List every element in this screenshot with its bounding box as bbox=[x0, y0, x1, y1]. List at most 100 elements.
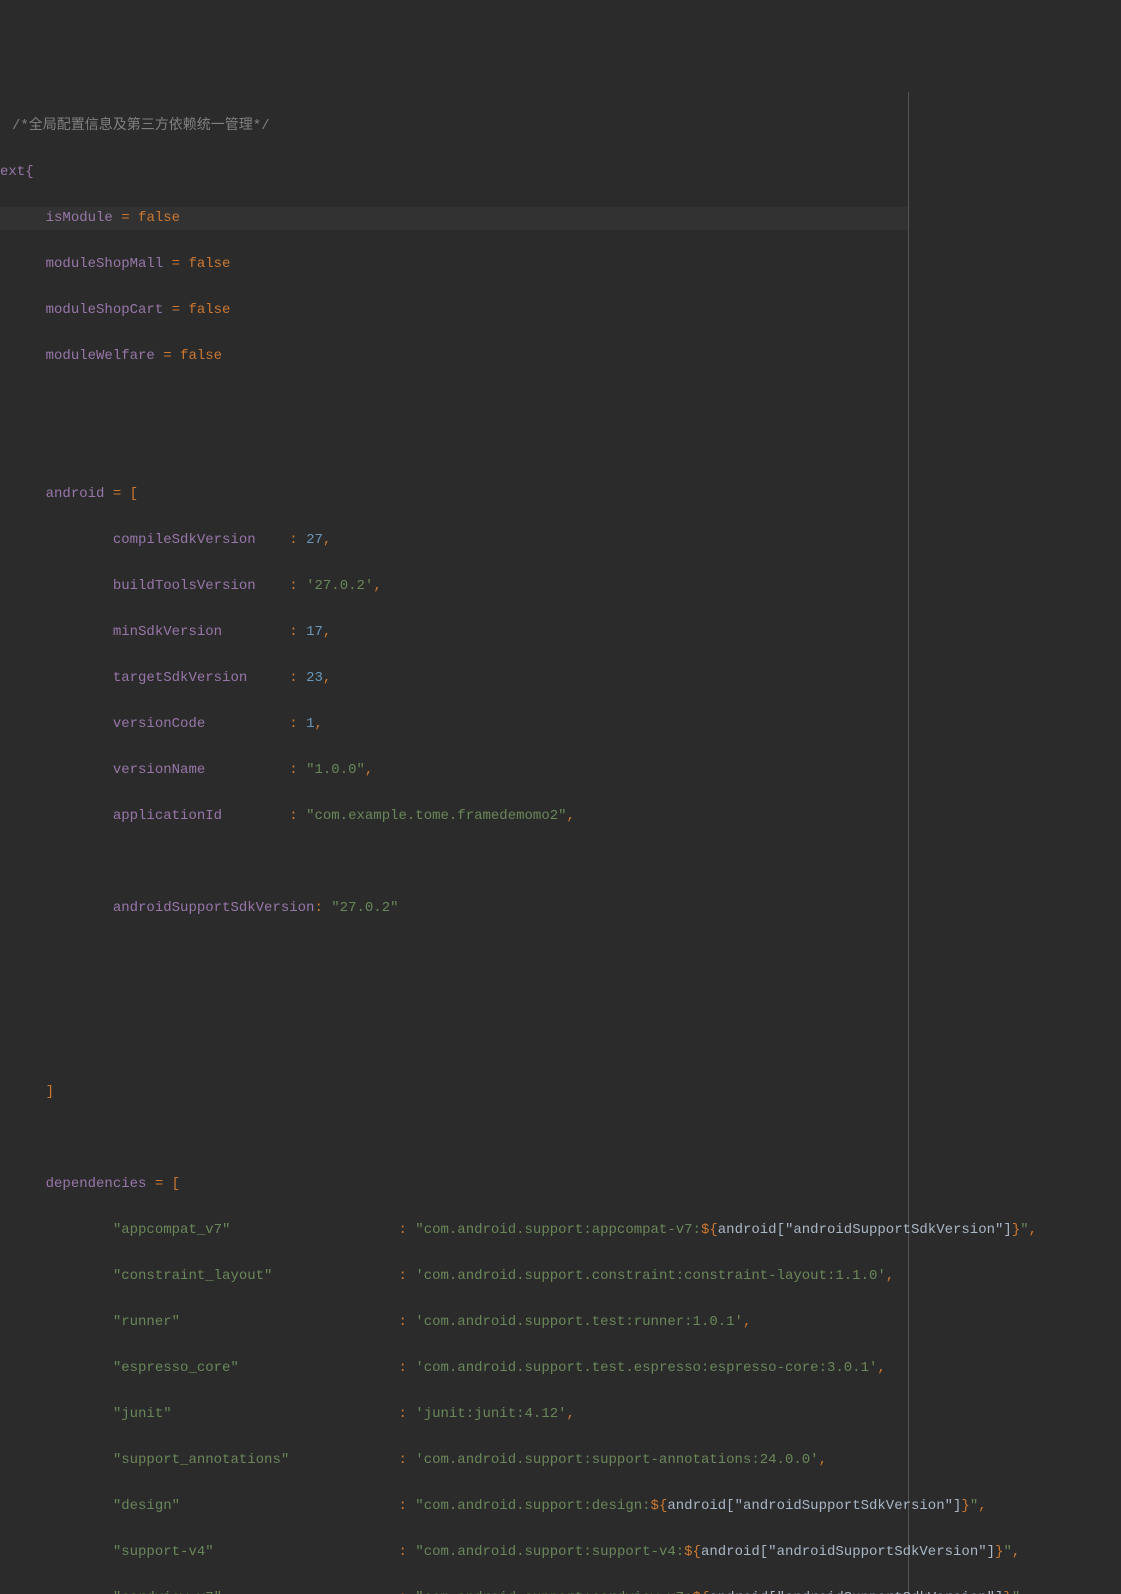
pad bbox=[256, 532, 281, 548]
colon: : bbox=[398, 1452, 415, 1468]
comma: , bbox=[567, 1406, 575, 1422]
bool-literal: false bbox=[138, 210, 180, 226]
code-line-current: isModule = false bbox=[0, 207, 908, 230]
code-line: applicationId : "com.example.tome.framed… bbox=[0, 805, 908, 828]
dep-key: "constraint_layout" bbox=[113, 1268, 273, 1284]
comma: , bbox=[365, 762, 373, 778]
str-literal: "1.0.0" bbox=[306, 762, 365, 778]
str-literal: "com.android.support:design: bbox=[415, 1498, 650, 1514]
pad bbox=[172, 1406, 399, 1422]
num-literal: 27 bbox=[306, 532, 323, 548]
comma: , bbox=[1029, 1222, 1037, 1238]
pad bbox=[247, 670, 281, 686]
ext-block-open: ext{ bbox=[0, 164, 34, 180]
blank-line bbox=[0, 1035, 908, 1058]
comma: , bbox=[978, 1498, 986, 1514]
dep-key: "junit" bbox=[113, 1406, 172, 1422]
str-literal: "27.0.2" bbox=[331, 900, 398, 916]
dep-key: "support-v4" bbox=[113, 1544, 214, 1560]
comma: , bbox=[323, 532, 331, 548]
interp-close: } bbox=[961, 1498, 969, 1514]
prop-name: moduleShopCart bbox=[46, 302, 164, 318]
assign-op: = bbox=[121, 210, 129, 226]
assign-op: = bbox=[163, 348, 171, 364]
code-line: buildToolsVersion : '27.0.2', bbox=[0, 575, 908, 598]
code-line: "espresso_core" : 'com.android.support.t… bbox=[0, 1357, 908, 1380]
str-literal: " bbox=[1020, 1222, 1028, 1238]
pad bbox=[272, 1268, 398, 1284]
pad bbox=[239, 1360, 399, 1376]
str-literal: " bbox=[970, 1498, 978, 1514]
map-key: buildToolsVersion bbox=[113, 578, 256, 594]
code-line: versionCode : 1, bbox=[0, 713, 908, 736]
code-line: minSdkVersion : 17, bbox=[0, 621, 908, 644]
prop-name: moduleWelfare bbox=[46, 348, 155, 364]
colon: : bbox=[398, 1590, 415, 1594]
comma: , bbox=[1012, 1544, 1020, 1560]
prop-name: isModule bbox=[46, 210, 113, 226]
comma: , bbox=[315, 716, 323, 732]
code-line: ] bbox=[0, 1081, 908, 1104]
interp-close: } bbox=[995, 1544, 1003, 1560]
pad bbox=[214, 1544, 399, 1560]
interp-body: android["androidSupportSdkVersion"] bbox=[718, 1222, 1012, 1238]
code-line: "support-v4" : "com.android.support:supp… bbox=[0, 1541, 908, 1564]
pad bbox=[180, 1314, 398, 1330]
comma: , bbox=[886, 1268, 894, 1284]
colon: : bbox=[398, 1406, 415, 1422]
code-line: moduleShopMall = false bbox=[0, 253, 908, 276]
blank-line bbox=[0, 989, 908, 1012]
interp-body: android["androidSupportSdkVersion"] bbox=[667, 1498, 961, 1514]
colon: : bbox=[314, 900, 331, 916]
comma: , bbox=[819, 1452, 827, 1468]
pad bbox=[180, 1498, 398, 1514]
colon: : bbox=[398, 1314, 415, 1330]
pad bbox=[222, 1590, 398, 1594]
interp-body: android["androidSupportSdkVersion"] bbox=[701, 1544, 995, 1560]
pad bbox=[230, 1222, 398, 1238]
prop-name: moduleShopMall bbox=[46, 256, 164, 272]
map-open: = [ bbox=[146, 1176, 180, 1192]
dep-key: "cardview-v7" bbox=[113, 1590, 222, 1594]
map-open: = [ bbox=[104, 486, 138, 502]
colon: : bbox=[398, 1222, 415, 1238]
comma: , bbox=[567, 808, 575, 824]
assign-op: = bbox=[172, 302, 180, 318]
map-key: compileSdkVersion bbox=[113, 532, 256, 548]
code-editor[interactable]: /*全局配置信息及第三方依赖统一管理*/ ext{ isModule = fal… bbox=[0, 92, 909, 1594]
num-literal: 17 bbox=[306, 624, 323, 640]
assign-op: = bbox=[172, 256, 180, 272]
interp-open: ${ bbox=[651, 1498, 668, 1514]
str-literal: 'com.android.support.constraint:constrai… bbox=[415, 1268, 885, 1284]
map-key: targetSdkVersion bbox=[113, 670, 247, 686]
code-line: dependencies = [ bbox=[0, 1173, 908, 1196]
code-line: "constraint_layout" : 'com.android.suppo… bbox=[0, 1265, 908, 1288]
pad bbox=[205, 716, 281, 732]
str-literal: "com.android.support:support-v4: bbox=[415, 1544, 684, 1560]
code-line: moduleWelfare = false bbox=[0, 345, 908, 368]
str-literal: 'com.android.support.test.espresso:espre… bbox=[415, 1360, 877, 1376]
pad bbox=[256, 578, 281, 594]
interp-close: } bbox=[1003, 1590, 1011, 1594]
colon: : bbox=[399, 1268, 416, 1284]
code-line: "appcompat_v7" : "com.android.support:ap… bbox=[0, 1219, 908, 1242]
colon: : bbox=[289, 578, 306, 594]
map-key: versionCode bbox=[113, 716, 205, 732]
map-key: androidSupportSdkVersion bbox=[113, 900, 315, 916]
dep-key: "design" bbox=[113, 1498, 180, 1514]
interp-body: android["androidSupportSdkVersion"] bbox=[709, 1590, 1003, 1594]
colon: : bbox=[398, 1498, 415, 1514]
colon: : bbox=[289, 624, 306, 640]
comma: , bbox=[877, 1360, 885, 1376]
map-key: applicationId bbox=[113, 808, 222, 824]
colon: : bbox=[289, 532, 306, 548]
blank-line bbox=[0, 943, 908, 966]
code-line: "cardview-v7" : "com.android.support:car… bbox=[0, 1587, 908, 1594]
comma: , bbox=[1020, 1590, 1028, 1594]
code-line: "design" : "com.android.support:design:$… bbox=[0, 1495, 908, 1518]
dep-key: "runner" bbox=[113, 1314, 180, 1330]
code-line: targetSdkVersion : 23, bbox=[0, 667, 908, 690]
map-key: minSdkVersion bbox=[113, 624, 222, 640]
code-line: compileSdkVersion : 27, bbox=[0, 529, 908, 552]
dep-key: "support_annotations" bbox=[113, 1452, 289, 1468]
